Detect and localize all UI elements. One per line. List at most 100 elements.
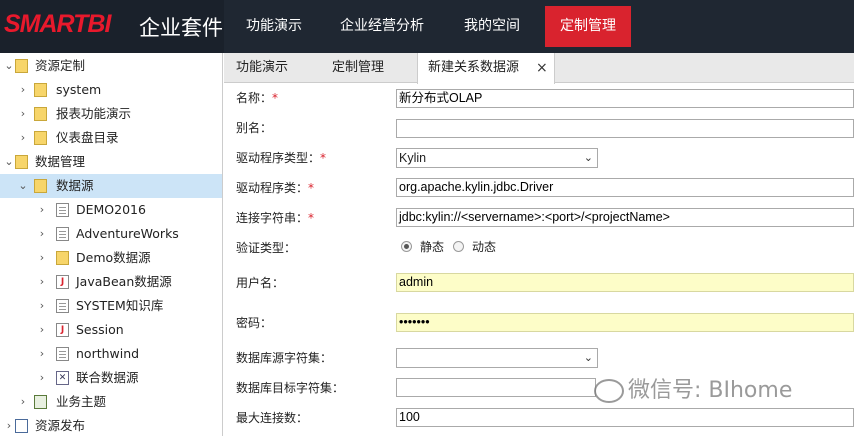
tree-item-union-datasource[interactable]: › ✕ 联合数据源 — [0, 366, 222, 390]
tree-item-session[interactable]: › J Session — [0, 318, 222, 342]
chevron-right-icon[interactable]: › — [37, 366, 47, 390]
top-bar: SMARTBI 企业套件 功能演示 企业经营分析 我的空间 定制管理 — [0, 0, 854, 53]
tree-item-datasource[interactable]: ⌄ 数据源 — [0, 174, 222, 198]
tree-item-label: 资源定制 — [35, 58, 86, 73]
chevron-right-icon[interactable]: › — [37, 246, 47, 270]
chevron-right-icon[interactable]: › — [4, 414, 14, 436]
chevron-right-icon[interactable]: › — [18, 102, 28, 126]
driver-class-label: 驱动程序类：* — [236, 181, 315, 195]
nav-custom-management[interactable]: 定制管理 — [545, 6, 631, 47]
chevron-right-icon[interactable]: › — [18, 390, 28, 414]
publish-icon — [15, 419, 28, 433]
target-charset-label: 数据库目标字符集： — [236, 381, 345, 395]
logo-subtitle: 企业套件 — [139, 16, 223, 40]
name-input[interactable]: 新分布式OLAP — [396, 89, 854, 108]
tree-item-system-kb[interactable]: › SYSTEM知识库 — [0, 294, 222, 318]
tree-item-data-management[interactable]: ⌄ 数据管理 — [0, 150, 222, 174]
java-icon: J — [56, 275, 69, 289]
tree-item-resource-publish[interactable]: › 资源发布 — [0, 414, 222, 436]
chevron-right-icon[interactable]: › — [37, 294, 47, 318]
tab-bar: 功能演示 定制管理 新建关系数据源 × — [224, 53, 854, 84]
target-charset-input[interactable] — [396, 378, 596, 397]
tree-item-label: 报表功能演示 — [56, 106, 132, 121]
tree-item-label: northwind — [76, 346, 140, 361]
tree-item-label: 数据源 — [56, 178, 94, 193]
tab-label: 新建关系数据源 — [428, 60, 520, 75]
driver-type-value: Kylin — [399, 151, 427, 165]
watermark-text: 微信号: BIhome — [628, 378, 793, 403]
chevron-down-icon[interactable]: ⌄ — [18, 174, 28, 198]
tree-item-label: 资源发布 — [35, 418, 86, 433]
folder-icon — [15, 59, 28, 73]
tree-item-system[interactable]: › system — [0, 78, 222, 102]
driver-class-input[interactable]: org.apache.kylin.jdbc.Driver — [396, 178, 854, 197]
source-charset-select[interactable]: ⌄ — [396, 348, 598, 368]
database-icon — [56, 347, 69, 361]
data-icon — [15, 155, 28, 169]
close-icon[interactable]: × — [536, 53, 548, 83]
folder-icon — [34, 131, 47, 145]
wechat-icon — [594, 379, 624, 403]
tree-item-northwind[interactable]: › northwind — [0, 342, 222, 366]
driver-type-label: 驱动程序类型：* — [236, 151, 327, 165]
tree-item-resource-custom[interactable]: ⌄ 资源定制 — [0, 54, 222, 78]
max-connections-label: 最大连接数： — [236, 411, 309, 425]
tree-item-label: 仪表盘目录 — [56, 130, 119, 145]
business-icon — [34, 395, 47, 409]
chevron-right-icon[interactable]: › — [18, 126, 28, 150]
tree-item-label: Session — [76, 322, 124, 337]
tab-new-relational-datasource[interactable]: 新建关系数据源 × — [417, 53, 555, 84]
connection-string-input[interactable]: jdbc:kylin://<servername>:<port>/<projec… — [396, 208, 854, 227]
auth-static-radio[interactable] — [401, 241, 412, 252]
watermark: 微信号: BIhome — [594, 374, 792, 408]
union-icon: ✕ — [56, 371, 69, 385]
tree-item-demo-datasource[interactable]: › Demo数据源 — [0, 246, 222, 270]
password-input[interactable]: ••••••• — [396, 313, 854, 332]
chevron-right-icon[interactable]: › — [37, 270, 47, 294]
tree-item-label: 数据管理 — [35, 154, 86, 169]
connection-string-label: 连接字符串：* — [236, 211, 315, 225]
chevron-right-icon[interactable]: › — [37, 198, 47, 222]
username-label: 用户名： — [236, 276, 285, 290]
tab-custom-management[interactable]: 定制管理 — [332, 53, 412, 83]
nav-my-space[interactable]: 我的空间 — [440, 0, 544, 53]
tree-item-label: Demo数据源 — [76, 250, 151, 265]
driver-type-select[interactable]: Kylin ⌄ — [396, 148, 598, 168]
tree-item-label: 业务主题 — [56, 394, 107, 409]
database-icon — [56, 227, 69, 241]
chevron-right-icon[interactable]: › — [37, 318, 47, 342]
tree-item-dashboard-dir[interactable]: › 仪表盘目录 — [0, 126, 222, 150]
tree-item-demo2016[interactable]: › DEMO2016 — [0, 198, 222, 222]
name-label: 名称：* — [236, 91, 279, 105]
auth-dynamic-label: 动态 — [472, 240, 497, 254]
nav-feature-demo[interactable]: 功能演示 — [224, 0, 324, 53]
chevron-down-icon[interactable]: ⌄ — [4, 54, 14, 78]
tree-item-adventureworks[interactable]: › AdventureWorks — [0, 222, 222, 246]
datasource-icon — [34, 179, 47, 193]
password-label: 密码： — [236, 316, 273, 330]
alias-input[interactable] — [396, 119, 854, 138]
logo-text: SMARTBI — [4, 10, 111, 38]
tree-item-label: 联合数据源 — [76, 370, 139, 385]
tree-item-report-demo[interactable]: › 报表功能演示 — [0, 102, 222, 126]
database-icon — [56, 203, 69, 217]
nav-business-analysis[interactable]: 企业经营分析 — [324, 0, 440, 53]
chevron-right-icon[interactable]: › — [18, 78, 28, 102]
chevron-down-icon: ⌄ — [583, 152, 593, 164]
max-connections-input[interactable]: 100 — [396, 408, 854, 427]
tree-item-label: AdventureWorks — [76, 226, 179, 241]
chevron-right-icon[interactable]: › — [37, 222, 47, 246]
auth-dynamic-radio[interactable] — [453, 241, 464, 252]
chevron-down-icon: ⌄ — [583, 352, 593, 364]
tree-item-business-theme[interactable]: › 业务主题 — [0, 390, 222, 414]
database-icon — [56, 299, 69, 313]
username-input[interactable]: admin — [396, 273, 854, 292]
tree-item-label: SYSTEM知识库 — [76, 298, 164, 313]
tree-item-javabean[interactable]: › J JavaBean数据源 — [0, 270, 222, 294]
tab-feature-demo[interactable]: 功能演示 — [236, 53, 316, 83]
auth-type-label: 验证类型： — [236, 241, 297, 255]
chevron-down-icon[interactable]: ⌄ — [4, 150, 14, 174]
chevron-right-icon[interactable]: › — [37, 342, 47, 366]
tree-item-label: system — [56, 82, 102, 97]
java-icon: J — [56, 323, 69, 337]
